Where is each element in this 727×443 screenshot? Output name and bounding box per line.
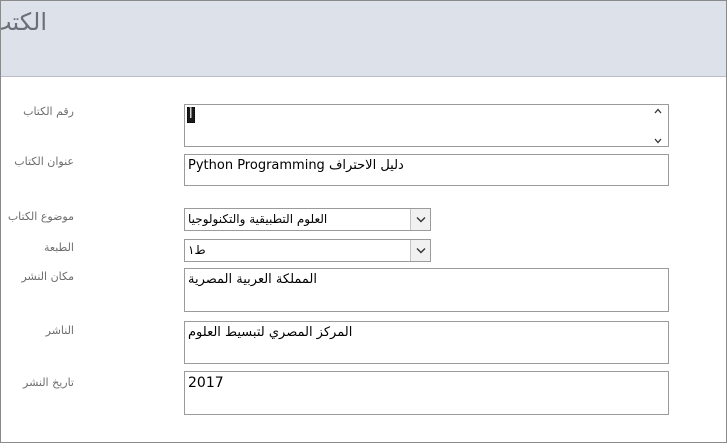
book-number-field[interactable]: أ: [184, 104, 669, 147]
book-number-value: أ: [187, 107, 195, 123]
book-title-value: دليل الاحتراف Python Programming: [188, 158, 404, 173]
publisher-label: الناشر: [45, 324, 74, 337]
edition-dropdown-button[interactable]: [410, 240, 430, 261]
subject-value: العلوم التطبيقية والتكنولوجيا: [188, 212, 328, 226]
publish-date-field[interactable]: 2017: [184, 371, 669, 415]
book-title-field[interactable]: دليل الاحتراف Python Programming: [184, 154, 669, 186]
subject-select[interactable]: العلوم التطبيقية والتكنولوجيا: [184, 208, 431, 231]
book-number-scroll[interactable]: [650, 105, 668, 146]
subject-dropdown-button[interactable]: [410, 209, 430, 230]
publish-place-value: المملكة العربية المصرية: [188, 272, 317, 287]
publisher-field[interactable]: المركز المصري لتبسيط العلوم: [184, 321, 669, 364]
chevron-down-icon: [416, 248, 425, 254]
page-title: الكتب: [1, 8, 47, 36]
publish-date-value: 2017: [188, 375, 224, 391]
publish-date-label: تاريخ النشر: [23, 376, 74, 389]
publish-place-field[interactable]: المملكة العربية المصرية: [184, 268, 669, 312]
publisher-value: المركز المصري لتبسيط العلوم: [188, 325, 353, 340]
subject-label: موضوع الكتاب: [7, 210, 74, 223]
book-number-label: رقم الكتاب: [23, 105, 74, 118]
book-title-label: عنوان الكتاب: [14, 155, 74, 168]
form-window: الكتب رقم الكتاب أ عنوان الكتاب دليل الا…: [0, 0, 727, 443]
chevron-down-icon: [416, 217, 425, 223]
chevron-up-icon[interactable]: [654, 108, 662, 114]
publish-place-label: مكان النشر: [21, 270, 74, 283]
form-header: الكتب: [1, 1, 726, 77]
chevron-down-icon[interactable]: [654, 138, 662, 144]
edition-label: الطبعة: [44, 241, 74, 254]
edition-value: ط١: [188, 243, 206, 257]
edition-select[interactable]: ط١: [184, 239, 431, 262]
